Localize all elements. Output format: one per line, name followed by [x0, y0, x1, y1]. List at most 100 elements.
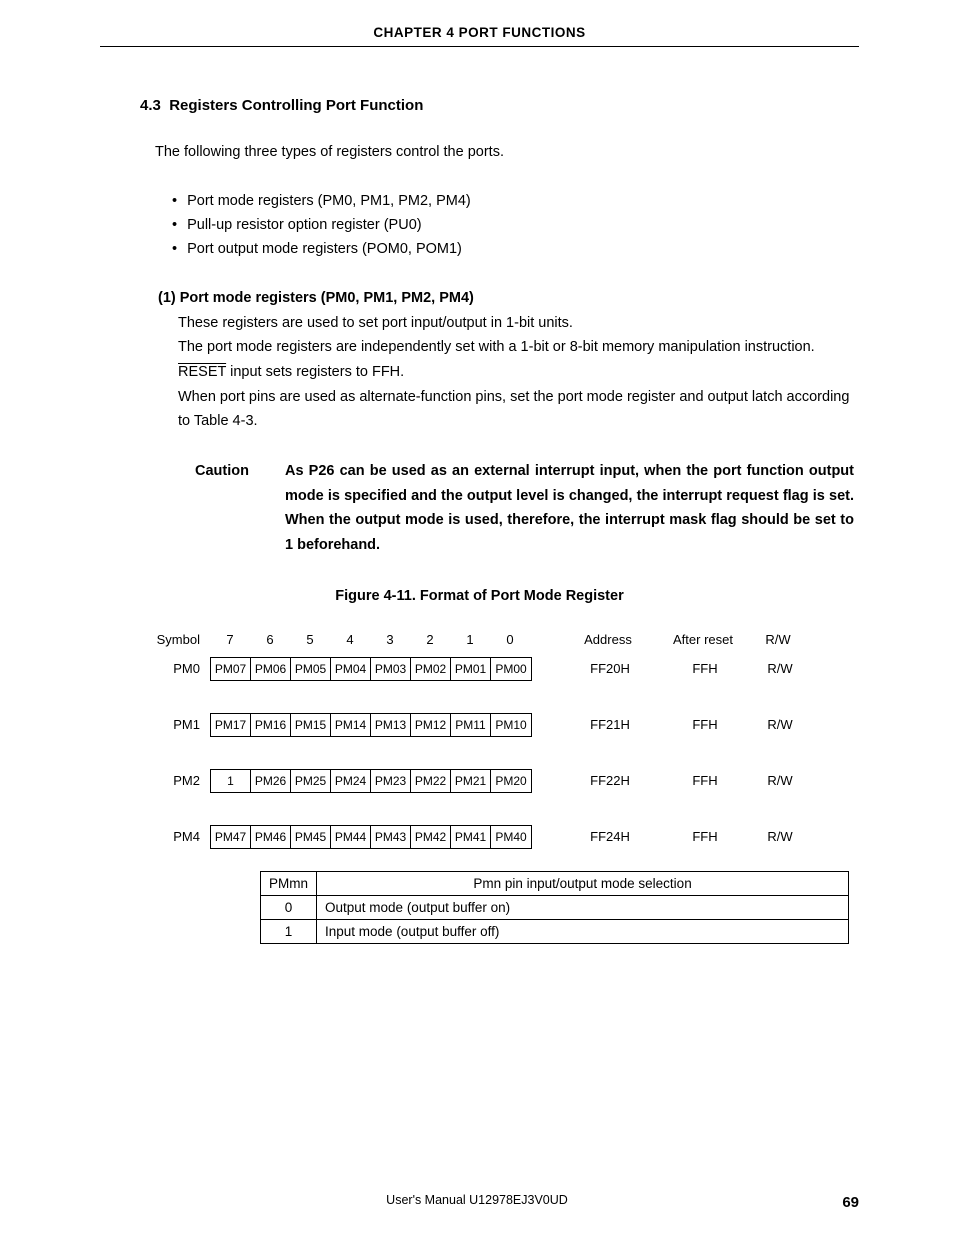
section-intro: The following three types of registers c… [155, 144, 859, 160]
bit-cell: PM10 [491, 714, 531, 736]
bullet-item: Port mode registers (PM0, PM1, PM2, PM4) [172, 190, 859, 214]
bit-cell: PM03 [371, 658, 411, 680]
sel-key-header: PMmn [261, 871, 317, 895]
bit-cell: PM11 [451, 714, 491, 736]
register-rw: R/W [750, 829, 810, 844]
body-line: RESET input sets registers to FFH. [178, 360, 859, 385]
bit-cells: PM47PM46PM45PM44PM43PM42PM41PM40 [210, 825, 532, 849]
figure-title: Figure 4-11. Format of Port Mode Registe… [100, 588, 859, 604]
register-reset: FFH [660, 773, 750, 788]
bit-cell: PM45 [291, 826, 331, 848]
bit-cell: PM26 [251, 770, 291, 792]
register-symbol: PM0 [150, 661, 210, 676]
register-reset: FFH [660, 661, 750, 676]
bit-cell: PM01 [451, 658, 491, 680]
register-address: FF24H [560, 829, 660, 844]
bit-num: 1 [450, 629, 490, 651]
bit-cell: PM13 [371, 714, 411, 736]
bit-cell: PM16 [251, 714, 291, 736]
bit-cells: 1PM26PM25PM24PM23PM22PM21PM20 [210, 769, 532, 793]
register-address: FF22H [560, 773, 660, 788]
bit-cell: PM41 [451, 826, 491, 848]
register-rw: R/W [750, 773, 810, 788]
bit-num: 6 [250, 629, 290, 651]
caution-text: As P26 can be used as an external interr… [285, 459, 854, 558]
sel-key: 0 [261, 895, 317, 919]
register-row: PM0PM07PM06PM05PM04PM03PM02PM01PM00 FF20H… [150, 657, 859, 681]
bit-cell: PM44 [331, 826, 371, 848]
reset-overline: RESET [178, 364, 226, 380]
bit-cell: PM15 [291, 714, 331, 736]
bit-num: 0 [490, 629, 530, 651]
bit-cell: PM00 [491, 658, 531, 680]
bit-cell: PM07 [211, 658, 251, 680]
caution-label: Caution [195, 459, 285, 558]
register-symbol: PM1 [150, 717, 210, 732]
subsection-heading: (1) Port mode registers (PM0, PM1, PM2, … [158, 290, 859, 306]
body-line: These registers are used to set port inp… [178, 311, 859, 336]
register-symbol: PM4 [150, 829, 210, 844]
bit-cell: 1 [211, 770, 251, 792]
bit-cell: PM20 [491, 770, 531, 792]
caution-block: Caution As P26 can be used as an externa… [195, 459, 854, 558]
sel-desc-header: Pmn pin input/output mode selection [317, 871, 849, 895]
footer-manual: User's Manual U12978EJ3V0UD [0, 1193, 954, 1207]
register-rw: R/W [750, 717, 810, 732]
body-line: The port mode registers are independentl… [178, 335, 859, 360]
bit-num: 7 [210, 629, 250, 651]
bit-cell: PM02 [411, 658, 451, 680]
bit-cell: PM43 [371, 826, 411, 848]
register-row: PM1PM17PM16PM15PM14PM13PM12PM11PM10 FF21H… [150, 713, 859, 737]
bit-cell: PM42 [411, 826, 451, 848]
page-number: 69 [842, 1194, 859, 1211]
sel-key: 1 [261, 919, 317, 943]
body-text: input sets registers to FFH. [226, 364, 404, 380]
sel-desc: Input mode (output buffer off) [317, 919, 849, 943]
section-title: Registers Controlling Port Function [169, 97, 423, 114]
chapter-header: CHAPTER 4 PORT FUNCTIONS [100, 25, 859, 47]
section-heading: 4.3 Registers Controlling Port Function [140, 97, 859, 114]
register-rw: R/W [750, 661, 810, 676]
subsection-body: These registers are used to set port inp… [178, 311, 859, 434]
bit-cell: PM17 [211, 714, 251, 736]
bit-num: 4 [330, 629, 370, 651]
bit-cell: PM25 [291, 770, 331, 792]
register-symbol: PM2 [150, 773, 210, 788]
section-number: 4.3 [140, 97, 161, 114]
register-address: FF21H [560, 717, 660, 732]
col-rw: R/W [748, 632, 808, 647]
bit-cell: PM22 [411, 770, 451, 792]
bit-num: 5 [290, 629, 330, 651]
register-reset: FFH [660, 717, 750, 732]
register-row: PM21PM26PM25PM24PM23PM22PM21PM20FF22HFFH… [150, 769, 859, 793]
col-address: Address [558, 632, 658, 647]
bit-cell: PM23 [371, 770, 411, 792]
sel-desc: Output mode (output buffer on) [317, 895, 849, 919]
bit-cell: PM14 [331, 714, 371, 736]
register-reset: FFH [660, 829, 750, 844]
register-address: FF20H [560, 661, 660, 676]
bullet-list: Port mode registers (PM0, PM1, PM2, PM4)… [172, 190, 859, 262]
bit-cell: PM47 [211, 826, 251, 848]
bullet-item: Port output mode registers (POM0, POM1) [172, 238, 859, 262]
bit-cell: PM05 [291, 658, 331, 680]
body-line: When port pins are used as alternate-fun… [178, 385, 859, 434]
bit-num: 2 [410, 629, 450, 651]
bit-cell: PM40 [491, 826, 531, 848]
bit-cells: PM07PM06PM05PM04PM03PM02PM01PM00 [210, 657, 532, 681]
col-symbol: Symbol [150, 632, 210, 647]
selection-table: PMmn Pmn pin input/output mode selection… [260, 871, 849, 944]
bit-cell: PM04 [331, 658, 371, 680]
bit-num: 3 [370, 629, 410, 651]
bit-header-row: Symbol 7 6 5 4 3 2 1 0 Address After res… [150, 629, 859, 651]
bit-cell: PM12 [411, 714, 451, 736]
col-reset: After reset [658, 632, 748, 647]
bit-cells: PM17PM16PM15PM14PM13PM12PM11PM10 [210, 713, 532, 737]
bit-cell: PM24 [331, 770, 371, 792]
register-row: PM4PM47PM46PM45PM44PM43PM42PM41PM40 FF24H… [150, 825, 859, 849]
bit-cell: PM06 [251, 658, 291, 680]
bit-cell: PM21 [451, 770, 491, 792]
figure-wrap: Symbol 7 6 5 4 3 2 1 0 Address After res… [150, 629, 859, 944]
bit-cell: PM46 [251, 826, 291, 848]
bullet-item: Pull-up resistor option register (PU0) [172, 214, 859, 238]
